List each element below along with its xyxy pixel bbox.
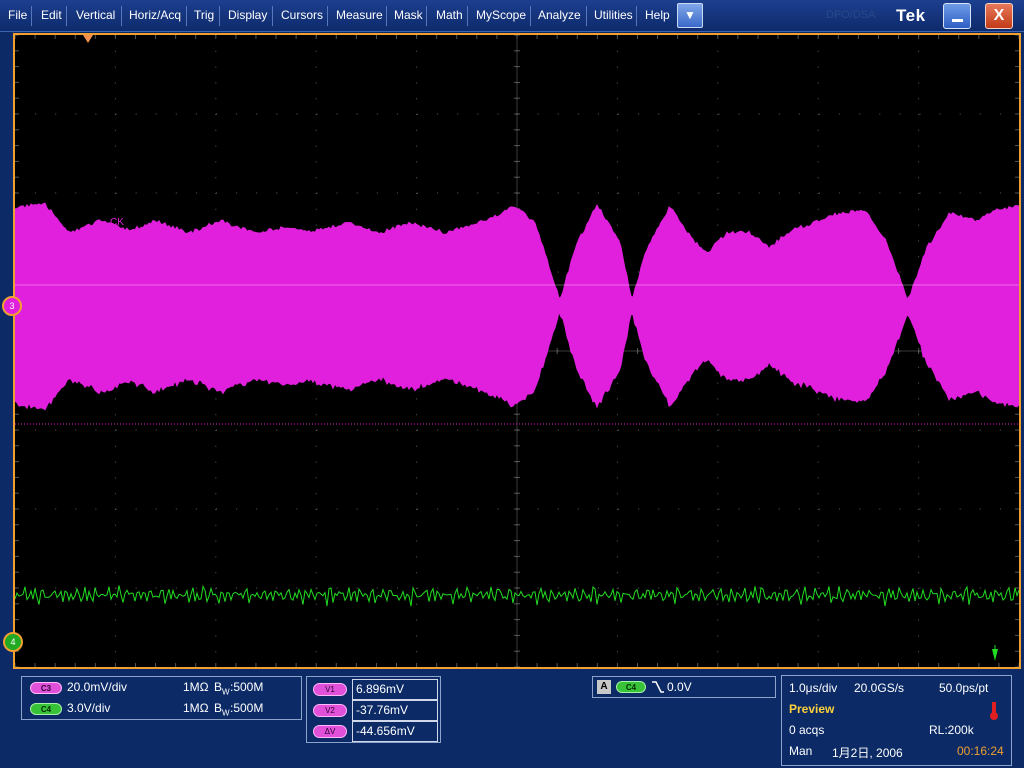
menu-separator xyxy=(186,6,187,26)
menu-help[interactable]: Help xyxy=(645,8,670,22)
menu-separator xyxy=(636,6,637,26)
ch3-bandwidth: :500M xyxy=(230,680,264,694)
trigger-level: 0.0V xyxy=(667,680,692,694)
thermometer-icon xyxy=(990,702,998,720)
delta-v-badge: ΔV xyxy=(313,725,347,738)
ch3-badge[interactable]: C3 xyxy=(30,682,62,694)
menu-trig[interactable]: Trig xyxy=(194,8,214,22)
ch3-offset-arrow-icon xyxy=(22,300,32,312)
ch3-waveform xyxy=(15,202,1019,411)
trigger-source-badge: C4 xyxy=(616,681,646,693)
menu-display[interactable]: Display xyxy=(228,8,267,22)
menu-separator xyxy=(272,6,273,26)
ch4-bw-label: BW xyxy=(214,701,230,718)
menu-dropdown-button[interactable]: ▼ xyxy=(677,3,703,28)
brand-logo: Tek xyxy=(896,6,926,25)
v2-value: -37.76mV xyxy=(352,700,438,721)
menu-separator xyxy=(586,6,587,26)
ch3-marker-label: 3 xyxy=(9,301,15,311)
v1-badge: V1 xyxy=(313,683,347,696)
menu-bar: File Edit Vertical Horiz/Acq Trig Displa… xyxy=(0,0,1024,32)
ch4-ground-marker[interactable]: 4 xyxy=(3,632,23,652)
menu-myscope[interactable]: MyScope xyxy=(476,8,526,22)
waveform-canvas: CK xyxy=(15,35,1019,667)
minimize-icon xyxy=(952,19,963,22)
record-length: RL:200k xyxy=(929,723,974,737)
menu-separator xyxy=(121,6,122,26)
resolution: 50.0ps/pt xyxy=(939,681,989,695)
menu-analyze[interactable]: Analyze xyxy=(538,8,581,22)
menu-cursors[interactable]: Cursors xyxy=(281,8,323,22)
acq-time: 00:16:24 xyxy=(957,744,1004,758)
acq-mode: Man xyxy=(789,744,813,758)
menu-edit[interactable]: Edit xyxy=(41,8,62,22)
menu-separator xyxy=(530,6,531,26)
menu-file[interactable]: File xyxy=(8,8,27,22)
menu-separator xyxy=(219,6,220,26)
menu-math[interactable]: Math xyxy=(436,8,463,22)
menu-vertical[interactable]: Vertical xyxy=(76,8,115,22)
ch4-impedance: 1MΩ xyxy=(183,701,209,715)
trigger-mode-badge: A xyxy=(597,680,611,694)
falling-edge-icon xyxy=(652,681,664,693)
scope-display[interactable]: CK xyxy=(13,33,1021,669)
menu-separator xyxy=(386,6,387,26)
menu-horiz-acq[interactable]: Horiz/Acq xyxy=(129,8,181,22)
ch4-bandwidth: :500M xyxy=(230,701,264,715)
channel-scale-panel[interactable]: C3 20.0mV/div 1MΩ BW :500M C4 3.0V/div 1… xyxy=(21,676,302,720)
channel-label-ck: CK xyxy=(110,217,124,228)
menu-separator xyxy=(467,6,468,26)
acquisition-panel[interactable]: 1.0μs/div 20.0GS/s 50.0ps/pt Preview 0 a… xyxy=(781,675,1012,766)
acq-date: 1月2日, 2006 xyxy=(832,746,903,760)
ch3-ground-marker[interactable]: 3 xyxy=(2,296,22,316)
triangle-down-icon: ▼ xyxy=(684,8,696,22)
ch3-impedance: 1MΩ xyxy=(183,680,209,694)
brand-model-text: DPO/DSA xyxy=(826,9,876,21)
ch4-scale: 3.0V/div xyxy=(67,701,111,715)
menu-utilities[interactable]: Utilities xyxy=(594,8,633,22)
trigger-position-marker[interactable] xyxy=(83,35,93,43)
v1-value: 6.896mV xyxy=(352,679,438,700)
trigger-panel[interactable]: A C4 0.0V xyxy=(592,676,776,698)
close-button[interactable]: X xyxy=(985,3,1013,29)
sample-rate: 20.0GS/s xyxy=(854,681,905,695)
menu-separator xyxy=(327,6,328,26)
acq-status: Preview xyxy=(789,702,835,716)
ch3-scale: 20.0mV/div xyxy=(67,680,128,694)
menu-separator xyxy=(31,6,32,26)
timebase: 1.0μs/div xyxy=(789,681,838,695)
acq-count: 0 acqs xyxy=(789,723,825,737)
ch3-bw-label: BW xyxy=(214,680,230,697)
ch4-badge[interactable]: C4 xyxy=(30,703,62,715)
menu-measure[interactable]: Measure xyxy=(336,8,383,22)
menu-separator xyxy=(426,6,427,26)
ch4-marker-label: 4 xyxy=(10,637,16,647)
menu-separator xyxy=(66,6,67,26)
delta-v-value: -44.656mV xyxy=(352,721,438,742)
minimize-button[interactable] xyxy=(943,3,971,29)
menu-mask[interactable]: Mask xyxy=(394,8,423,22)
cursor-readout-panel[interactable]: V1 6.896mV V2 -37.76mV ΔV -44.656mV xyxy=(306,676,441,743)
v2-badge: V2 xyxy=(313,704,347,717)
